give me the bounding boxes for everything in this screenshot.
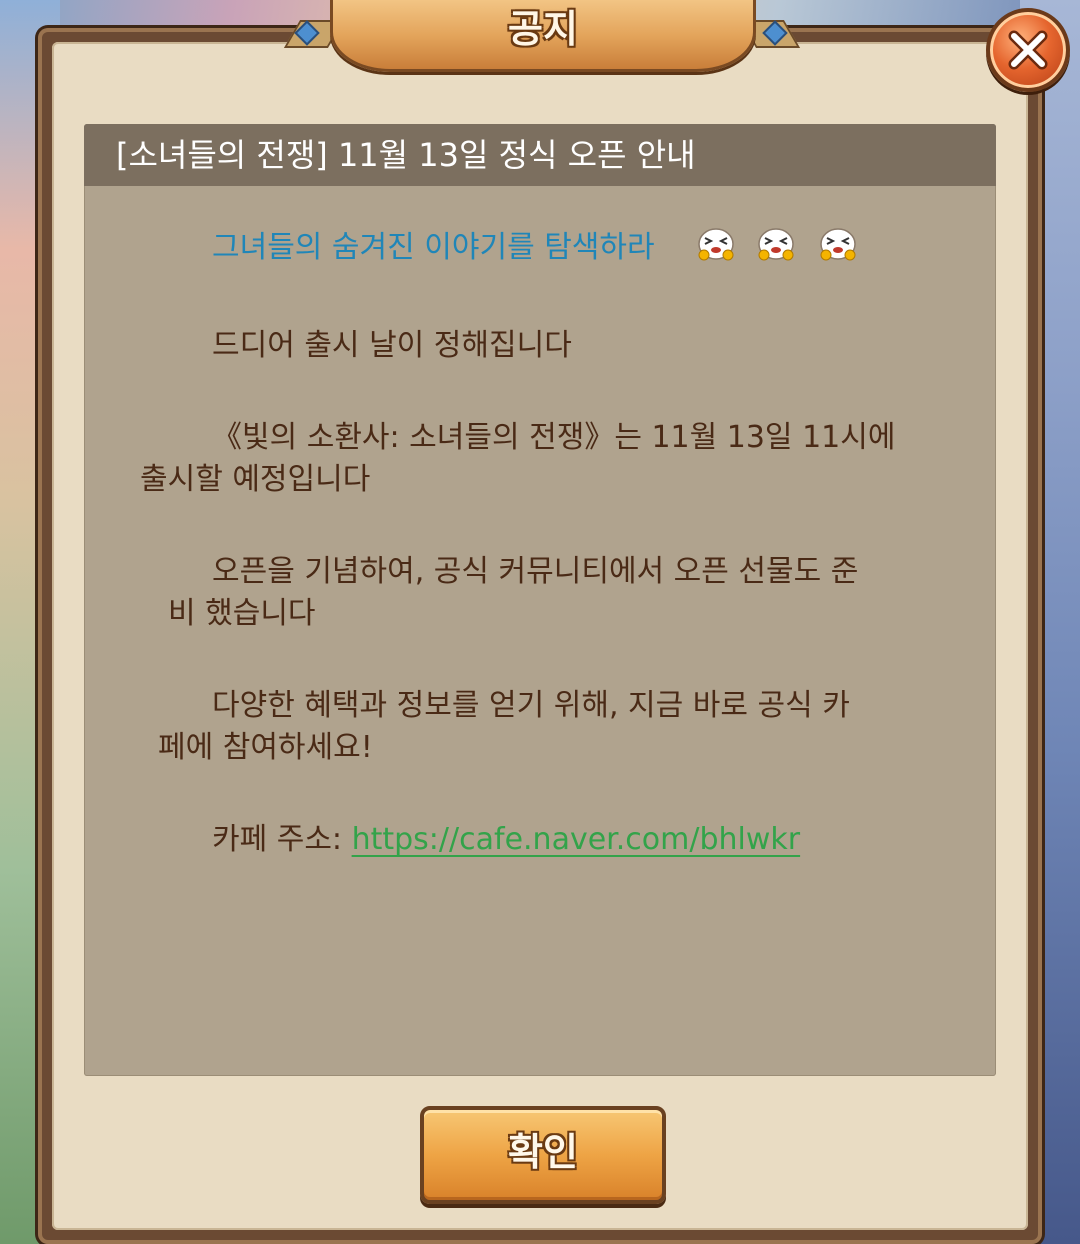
dialog-title: 공지 bbox=[508, 7, 578, 51]
cafe-address-label: 카페 주소: bbox=[212, 822, 352, 857]
notice-line-release: 드디어 출시 날이 정해집니다 bbox=[212, 328, 572, 363]
confirm-button-label: 확인 bbox=[508, 1130, 578, 1174]
notice-line-cafe-invite: 다양한 혜택과 정보를 얻기 위해, 지금 바로 공식 카 bbox=[212, 688, 850, 723]
laughing-emoji-icon bbox=[698, 228, 734, 261]
confirm-button[interactable]: 확인 bbox=[420, 1106, 666, 1204]
notice-line-date: 《빛의 소환사: 소녀들의 전쟁》는 11월 13일 11시에 bbox=[212, 420, 896, 455]
notice-panel[interactable]: [소녀들의 전쟁] 11월 13일 정식 오픈 안내 그녀들의 숨겨진 이야기를… bbox=[84, 124, 996, 1076]
laughing-emoji-icon bbox=[820, 228, 856, 261]
notice-line-cafe-invite-cont: 페에 참여하세요! bbox=[158, 730, 373, 765]
close-button[interactable] bbox=[986, 8, 1070, 92]
cafe-address-row: 카페 주소: https://cafe.naver.com/bhlwkr bbox=[212, 814, 800, 858]
notice-header: [소녀들의 전쟁] 11월 13일 정식 오픈 안내 bbox=[84, 124, 996, 186]
close-icon bbox=[1008, 30, 1048, 70]
notice-line-gift: 오픈을 기념하여, 공식 커뮤니티에서 오픈 선물도 준 bbox=[212, 554, 859, 589]
notice-line-tagline: 그녀들의 숨겨진 이야기를 탐색하라 bbox=[212, 230, 655, 265]
laughing-emoji-icon bbox=[758, 228, 794, 261]
notice-heading: [소녀들의 전쟁] 11월 13일 정식 오픈 안내 bbox=[116, 136, 696, 174]
notice-line-date-cont: 출시할 예정입니다 bbox=[140, 462, 371, 497]
notice-line-gift-cont: 비 했습니다 bbox=[168, 596, 316, 631]
cafe-link[interactable]: https://cafe.naver.com/bhlwkr bbox=[352, 822, 801, 857]
